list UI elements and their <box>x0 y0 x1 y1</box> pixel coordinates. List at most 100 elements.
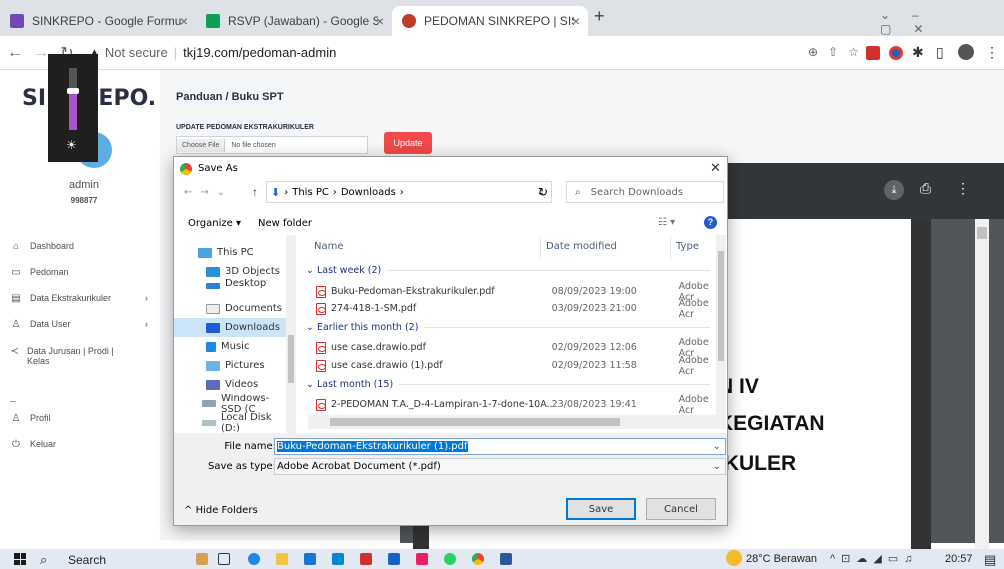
share-icon: ≺ <box>10 346 19 357</box>
close-icon[interactable]: × <box>376 13 384 29</box>
file-row[interactable]: 274-418-1-SM.pdf 03/09/2023 21:00 Adobe Ac… <box>306 298 726 320</box>
group-header[interactable]: ⌄ Last week (2) <box>306 262 710 278</box>
column-header-name[interactable]: Name <box>314 241 344 252</box>
hide-folders-button[interactable]: ^ Hide Folders <box>184 505 258 516</box>
scroll-thumb[interactable] <box>288 335 294 383</box>
vscode-icon[interactable] <box>388 553 400 565</box>
organize-button[interactable]: Organize ▾ <box>188 218 241 229</box>
word-icon[interactable] <box>500 553 512 565</box>
back-icon[interactable]: ← <box>4 44 26 62</box>
window-controls[interactable]: ⌄–▢✕ <box>880 8 1004 36</box>
file-explorer-icon[interactable] <box>276 553 288 565</box>
tree-item-windows-ssd[interactable]: Windows-SSD (C <box>174 394 286 413</box>
extension-icon[interactable] <box>866 46 880 60</box>
sidepanel-icon[interactable]: ▯ <box>936 44 944 61</box>
update-button[interactable]: Update <box>384 132 432 154</box>
new-folder-button[interactable]: New folder <box>258 218 312 229</box>
tree-item-pictures[interactable]: Pictures <box>174 356 286 375</box>
scroll-thumb[interactable] <box>330 418 620 426</box>
file-row[interactable]: 2-PEDOMAN T.A._D-4-Lampiran-1-7-done-10A… <box>306 394 726 416</box>
tree-item-documents[interactable]: Documents <box>174 299 286 318</box>
system-tray-icons[interactable]: ^⊡☁◢▭♫ <box>830 552 918 565</box>
help-icon[interactable]: ? <box>704 216 717 229</box>
tab-rsvp-sheet[interactable]: RSVP (Jawaban) - Google Spread × <box>196 6 392 36</box>
more-icon[interactable]: ⋮ <box>956 180 970 197</box>
view-icon[interactable]: ☷ ▾ <box>658 217 675 228</box>
save-type-label: Save as type: <box>208 461 276 472</box>
list-scrollbar[interactable] <box>716 235 726 415</box>
chevron-down-icon[interactable]: ⌄ <box>713 441 721 452</box>
pdf-scrollbar[interactable] <box>975 219 989 549</box>
whatsapp-icon[interactable] <box>444 553 456 565</box>
tab-sinkrepo-form[interactable]: SINKREPO - Google Formulir × <box>0 6 196 36</box>
group-header[interactable]: ⌄ Last month (15) <box>306 376 710 392</box>
nav-arrows[interactable]: ←→⌄ <box>184 187 233 198</box>
list-hscrollbar[interactable] <box>308 415 726 429</box>
tree-item-downloads[interactable]: Downloads <box>174 318 286 337</box>
search-input[interactable]: ⌕ Search Downloads <box>566 181 724 203</box>
print-icon[interactable]: ⎙ <box>920 180 931 197</box>
close-icon[interactable]: × <box>572 13 580 29</box>
omnibox[interactable]: ▲ Not secure | tkj19.com/pedoman-admin <box>88 40 336 66</box>
app-icon[interactable] <box>416 553 428 565</box>
app-icon[interactable] <box>196 553 208 565</box>
download-icon[interactable]: ⤓ <box>884 180 904 200</box>
sidebar-item-dashboard[interactable]: ⌂ Dashboard <box>8 241 158 252</box>
brightness-thumb[interactable] <box>67 88 79 94</box>
windows-start-icon[interactable] <box>14 553 26 565</box>
tree-item-desktop[interactable]: Desktop <box>174 279 286 289</box>
tree-item-music[interactable]: Music <box>174 337 286 356</box>
task-view-icon[interactable] <box>218 553 230 565</box>
url-text: tkj19.com/pedoman-admin <box>183 45 337 60</box>
save-button[interactable]: Save <box>566 498 636 520</box>
chevron-down-icon[interactable]: ⌄ <box>713 461 721 472</box>
file-row[interactable]: use case.drawio.pdf 02/09/2023 12:06 Adobe… <box>306 337 726 359</box>
close-icon[interactable]: × <box>180 13 188 29</box>
column-header-date[interactable]: Date modified <box>546 241 617 252</box>
group-header[interactable]: ⌄ Earlier this month (2) <box>306 319 710 335</box>
breadcrumb-item[interactable]: This PC <box>292 187 329 198</box>
column-header-type[interactable]: Type <box>676 241 699 252</box>
tab-pedoman[interactable]: PEDOMAN SINKREPO | SISTEM I × <box>392 6 588 36</box>
breadcrumb[interactable]: ⬇ › This PC › Downloads › ⌄ <box>266 181 552 203</box>
sidebar-item-profil[interactable]: ♙ Profil <box>8 413 158 424</box>
store-icon[interactable] <box>304 553 316 565</box>
tab-label: RSVP (Jawaban) - Google Spread <box>228 14 378 28</box>
weather-text[interactable]: 28°C Berawan <box>746 553 817 565</box>
sidebar-item-ekstrakurikuler[interactable]: ▤ Data Ekstrakurikuler › <box>8 293 158 304</box>
refresh-icon[interactable]: ↻ <box>538 185 548 199</box>
file-input[interactable]: Choose File No file chosen <box>176 136 368 154</box>
edge-icon[interactable] <box>248 553 260 565</box>
tree-item-local-disk[interactable]: Local Disk (D:) <box>174 412 286 434</box>
menu-icon[interactable]: ⋮ <box>985 44 999 61</box>
extension-icon[interactable] <box>889 46 903 60</box>
tree-item-this-pc[interactable]: This PC <box>174 243 286 262</box>
tree-item-videos[interactable]: Videos <box>174 375 286 394</box>
search-icon[interactable]: ⌕ <box>40 552 47 568</box>
sidebar-item-pedoman[interactable]: ▭ Pedoman <box>8 267 158 278</box>
up-icon[interactable]: ↑ <box>252 185 258 199</box>
file-name-input[interactable]: Buku-Pedoman-Ekstrakurikuler (1).pdf ⌄ <box>274 438 726 455</box>
puzzle-icon[interactable]: ✱ <box>912 44 924 61</box>
clock[interactable]: 20:57 <box>945 553 973 565</box>
notification-icon[interactable]: ▤ <box>984 552 996 568</box>
avatar[interactable] <box>958 44 974 60</box>
file-row[interactable]: use case.drawio (1).pdf 02/09/2023 11:58 A… <box>306 355 726 377</box>
toolbar-icons[interactable]: ⊕⇧☆ <box>808 45 869 59</box>
cancel-button[interactable]: Cancel <box>646 498 716 520</box>
breadcrumb-item[interactable]: Downloads <box>341 187 396 198</box>
choose-file-button[interactable]: Choose File <box>177 138 226 152</box>
close-icon[interactable]: ✕ <box>710 160 721 176</box>
taskbar-search[interactable]: Search <box>68 553 106 567</box>
sidebar-item-jurusan[interactable]: ≺ Data Jurusan | Prodi | Kelas <box>8 346 118 366</box>
sidebar-item-user[interactable]: ♙ Data User › <box>8 319 158 330</box>
scroll-thumb[interactable] <box>977 227 987 239</box>
app-icon[interactable] <box>360 553 372 565</box>
new-tab-button[interactable]: + <box>594 6 605 27</box>
tree-scrollbar[interactable] <box>286 235 296 433</box>
save-type-select[interactable]: Adobe Acrobat Document (*.pdf) ⌄ <box>274 458 726 475</box>
scroll-thumb[interactable] <box>718 251 724 361</box>
chrome-icon[interactable] <box>472 553 484 565</box>
sidebar-item-keluar[interactable]: ⏻ Keluar <box>8 439 158 450</box>
app-icon[interactable] <box>332 553 344 565</box>
